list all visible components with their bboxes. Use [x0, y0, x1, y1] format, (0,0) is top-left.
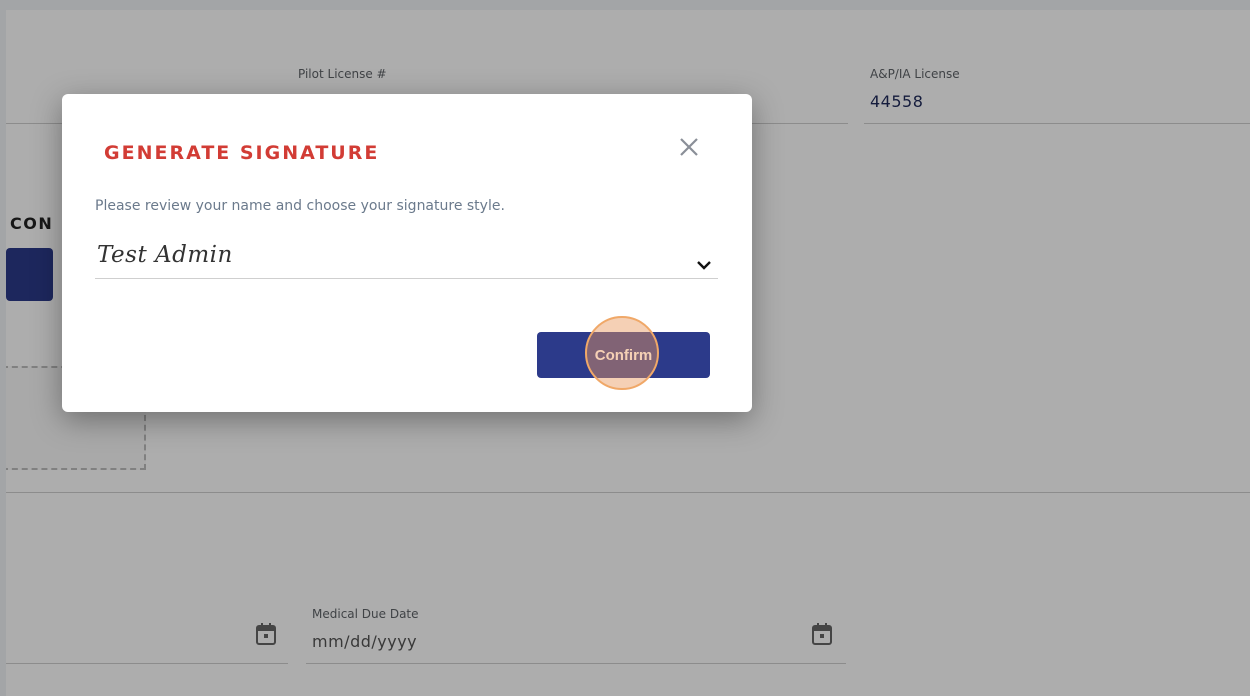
signature-style-select[interactable]: Test Admin	[95, 234, 718, 279]
close-icon	[680, 138, 698, 156]
close-button[interactable]	[676, 134, 702, 160]
confirm-button[interactable]: Confirm	[537, 332, 710, 378]
generate-signature-dialog: GENERATE SIGNATURE Please review your na…	[62, 94, 752, 412]
chevron-down-icon	[697, 261, 711, 270]
dialog-description: Please review your name and choose your …	[95, 198, 505, 214]
signature-preview: Test Admin	[97, 242, 233, 268]
dialog-title: GENERATE SIGNATURE	[104, 142, 380, 164]
confirm-button-label: Confirm	[594, 346, 653, 364]
